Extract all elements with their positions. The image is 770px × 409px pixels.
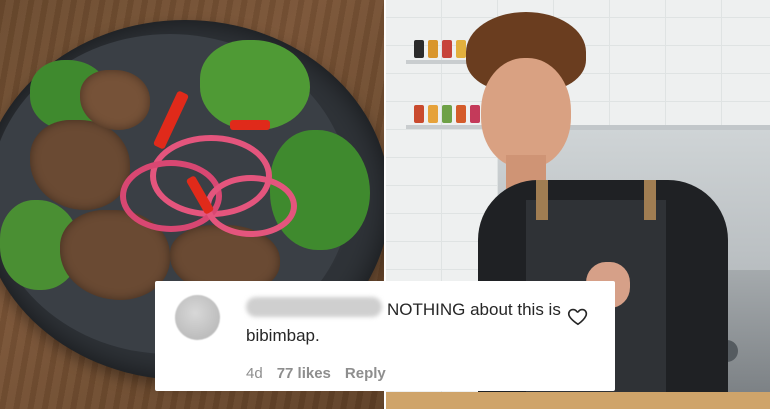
spice-jar	[442, 105, 452, 123]
chef-face	[481, 58, 571, 168]
spice-jar	[456, 40, 466, 58]
spice-jar	[428, 105, 438, 123]
pickled-onion	[205, 175, 297, 237]
apron-strap	[644, 180, 656, 220]
spice-jar	[414, 105, 424, 123]
blurred-avatar[interactable]	[175, 295, 220, 340]
comment-text: NOTHING about this is bibimbap.	[246, 300, 561, 345]
herb-leaves	[200, 40, 310, 130]
spice-jar	[442, 40, 452, 58]
apron-strap	[536, 180, 548, 220]
spice-jar	[456, 105, 466, 123]
spice-jar	[428, 40, 438, 58]
likes-count[interactable]: 77 likes	[277, 365, 331, 382]
wooden-counter	[386, 392, 770, 409]
spice-jar	[470, 105, 480, 123]
reply-button[interactable]: Reply	[345, 365, 386, 382]
comment-time: 4d	[246, 365, 263, 382]
heart-outline-icon[interactable]	[567, 305, 589, 327]
spice-jar	[414, 40, 424, 58]
red-chili	[230, 120, 270, 130]
comment-card: NOTHING about this is bibimbap. 4d 77 li…	[155, 281, 615, 391]
comment-meta: 4d 77 likes Reply	[246, 365, 386, 382]
